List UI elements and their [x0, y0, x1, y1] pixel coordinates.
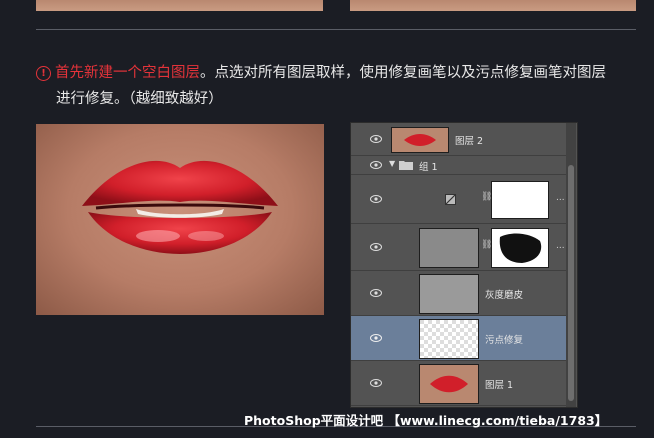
layer-thumbnail	[391, 127, 449, 153]
layer-name: 图层 1	[485, 380, 514, 391]
more-icon[interactable]: ...	[556, 193, 565, 203]
layer-row[interactable]: 图层 2	[351, 123, 566, 156]
layer-group-row[interactable]: ▼ 组 1	[351, 156, 566, 175]
top-image-left	[36, 0, 323, 11]
panel-scrollbar[interactable]	[566, 123, 576, 407]
instruction-line-2: 进行修复。（越细致越好）	[56, 91, 223, 107]
mask-thumbnail	[491, 181, 549, 219]
layer-name: 污点修复	[485, 335, 524, 346]
layer-row[interactable]: 灰度磨皮	[351, 271, 566, 316]
layer-row[interactable]: ⛓ ...	[351, 224, 566, 271]
folder-icon	[399, 161, 413, 170]
group-name: 组 1	[419, 162, 438, 173]
watermark: PhotoShop平面设计吧 【www.linecg.com/tieba/178…	[244, 413, 608, 428]
layer-row[interactable]: 图层 1	[351, 361, 566, 406]
instruction-highlight: 首先新建一个空白图层	[55, 65, 200, 81]
divider-top	[36, 29, 636, 30]
instruction-body: 。点选对所有图层取样，使用修复画笔以及污点修复画笔对图层	[200, 65, 606, 81]
visibility-eye-icon[interactable]	[370, 195, 382, 203]
visibility-eye-icon[interactable]	[370, 289, 382, 297]
visibility-eye-icon[interactable]	[370, 379, 382, 387]
scrollbar-thumb[interactable]	[568, 165, 574, 401]
alert-icon: !	[36, 66, 51, 81]
adjustment-layer-icon	[445, 194, 456, 205]
layer-row-selected[interactable]: 污点修复	[351, 316, 566, 361]
lips-photo	[36, 124, 324, 315]
layer-thumbnail	[419, 228, 479, 268]
visibility-eye-icon[interactable]	[370, 135, 382, 143]
layers-panel: 图层 2 ▼ 组 1 ⛓ ... ⛓ ... 灰度磨皮 污点修复 图层 1	[350, 122, 578, 408]
layer-thumbnail	[419, 319, 479, 359]
visibility-eye-icon[interactable]	[370, 334, 382, 342]
mask-thumbnail	[491, 228, 549, 268]
instruction-text: ! 首先新建一个空白图层。点选对所有图层取样，使用修复画笔以及污点修复画笔对图层 …	[36, 60, 642, 112]
layer-name: 灰度磨皮	[485, 290, 524, 301]
layer-name: 图层 2	[455, 136, 484, 147]
instruction-line-1: ! 首先新建一个空白图层。点选对所有图层取样，使用修复画笔以及污点修复画笔对图层	[36, 60, 642, 86]
visibility-eye-icon[interactable]	[370, 243, 382, 251]
layer-thumbnail	[419, 274, 479, 314]
layer-thumbnail	[419, 364, 479, 404]
layer-row[interactable]: ⛓ ...	[351, 175, 566, 224]
visibility-eye-icon[interactable]	[370, 161, 382, 169]
expand-arrow-icon[interactable]: ▼	[389, 159, 395, 168]
more-icon[interactable]: ...	[556, 241, 565, 251]
top-image-right	[350, 0, 636, 11]
